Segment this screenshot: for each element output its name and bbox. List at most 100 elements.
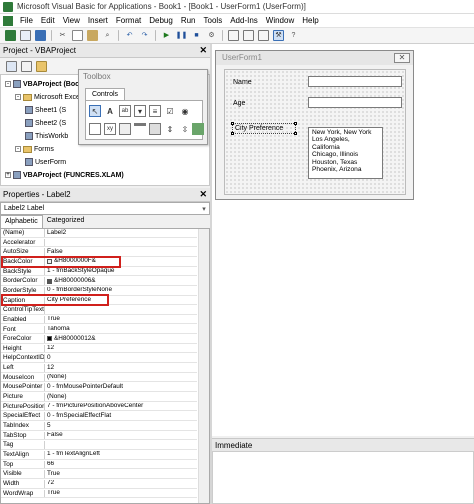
- label-age[interactable]: Age: [233, 100, 245, 107]
- property-row[interactable]: SpecialEffect 0 - fmSpecialEffectFlat: [1, 412, 197, 421]
- tree-node[interactable]: + VBAProject (FUNCRES.XLAM): [5, 170, 124, 180]
- menu-tools[interactable]: Tools: [200, 16, 227, 25]
- property-value[interactable]: &H80000006&: [45, 277, 197, 285]
- listbox-item[interactable]: New York, New York: [312, 129, 379, 136]
- break-icon[interactable]: ❚❚: [176, 30, 188, 41]
- property-value[interactable]: 12: [45, 364, 197, 372]
- property-value[interactable]: [45, 306, 197, 314]
- combobox-tool-icon[interactable]: ▾: [134, 105, 146, 117]
- property-row[interactable]: TabIndex 5: [1, 422, 197, 431]
- menu-format[interactable]: Format: [112, 16, 145, 25]
- collapse-icon[interactable]: -: [15, 146, 21, 152]
- property-row[interactable]: ControlTipText: [1, 306, 197, 315]
- menu-file[interactable]: File: [16, 16, 37, 25]
- project-pane-close-icon[interactable]: ✕: [199, 45, 207, 56]
- toolbox-window[interactable]: Toolbox Controls ↖ A ab ▾ ≡ ☑ ◉ xy ⇕ ⇳: [78, 69, 208, 145]
- listbox-item[interactable]: Los Angeles, California: [312, 136, 379, 151]
- listbox-tool-icon[interactable]: ≡: [149, 105, 161, 117]
- property-row[interactable]: BorderColor &H80000006&: [1, 277, 197, 286]
- property-row[interactable]: HelpContextID 0: [1, 354, 197, 364]
- property-value[interactable]: 0 - fmMousePointerDefault: [45, 383, 197, 391]
- scrollbar-tool-icon[interactable]: ⇕: [164, 123, 176, 135]
- textbox-name[interactable]: [308, 76, 402, 87]
- property-row[interactable]: PicturePosition 7 - fmPicturePositionAbov…: [1, 402, 197, 412]
- property-value[interactable]: (None): [45, 374, 197, 382]
- resize-handle[interactable]: [231, 132, 234, 135]
- property-value[interactable]: 66: [45, 461, 197, 469]
- immediate-input[interactable]: [212, 451, 474, 504]
- property-value[interactable]: 5: [45, 422, 197, 430]
- property-row[interactable]: Left 12: [1, 364, 197, 373]
- collapse-icon[interactable]: -: [15, 94, 21, 100]
- property-row[interactable]: Height 12: [1, 344, 197, 354]
- view-code-icon[interactable]: [6, 60, 17, 72]
- toggle-folders-icon[interactable]: [36, 60, 47, 72]
- property-row[interactable]: TextAlign 1 - fmTextAlignLeft: [1, 450, 197, 460]
- run-icon[interactable]: ▶: [161, 30, 172, 41]
- paste-icon[interactable]: [87, 30, 98, 41]
- property-value[interactable]: True: [45, 470, 197, 478]
- textbox-age[interactable]: [308, 97, 402, 108]
- property-row[interactable]: Picture (None): [1, 393, 197, 402]
- design-mode-icon[interactable]: ⚙: [206, 30, 217, 41]
- spinbutton-tool-icon[interactable]: ⇳: [179, 123, 191, 135]
- property-value[interactable]: 0: [45, 354, 197, 362]
- resize-handle[interactable]: [294, 132, 297, 135]
- property-value[interactable]: [45, 239, 197, 247]
- properties-pane-close-icon[interactable]: ✕: [199, 189, 207, 200]
- menu-window[interactable]: Window: [262, 16, 298, 25]
- object-browser-icon[interactable]: [258, 30, 269, 41]
- property-value[interactable]: Label2: [45, 229, 197, 237]
- menu-run[interactable]: Run: [177, 16, 200, 25]
- property-row[interactable]: Width 72: [1, 479, 197, 489]
- chevron-down-icon[interactable]: ▾: [199, 205, 209, 213]
- property-value[interactable]: Tahoma: [45, 326, 197, 334]
- property-value[interactable]: False: [45, 248, 197, 256]
- image-tool-icon[interactable]: [192, 123, 204, 135]
- togglebutton-tool-icon[interactable]: [89, 123, 101, 135]
- tab-alphabetic[interactable]: Alphabetic: [0, 215, 43, 228]
- insert-userform-icon[interactable]: [20, 30, 31, 41]
- expand-icon[interactable]: +: [5, 172, 11, 178]
- property-row[interactable]: BackStyle 1 - fmBackStyleOpaque: [1, 267, 197, 277]
- properties-scrollbar[interactable]: [198, 229, 209, 503]
- view-object-icon[interactable]: [21, 60, 32, 72]
- listbox-item[interactable]: Houston, Texas: [312, 159, 379, 166]
- copy-icon[interactable]: [72, 30, 83, 41]
- frame-tool-icon[interactable]: xy: [104, 123, 116, 135]
- property-row[interactable]: Enabled True: [1, 315, 197, 325]
- property-value[interactable]: 1 - fmTextAlignLeft: [45, 451, 197, 459]
- resize-handle[interactable]: [294, 122, 297, 125]
- property-value[interactable]: 1 - fmBackStyleOpaque: [45, 268, 197, 276]
- tree-node[interactable]: ThisWorkb: [25, 131, 68, 141]
- listbox-cities[interactable]: New York, New York Los Angeles, Californi…: [308, 127, 383, 179]
- property-value[interactable]: 7 - fmPicturePositionAboveCenter: [45, 403, 197, 411]
- properties-grid[interactable]: (Name) Label2 Accelerator AutoSize False Back…: [0, 228, 210, 504]
- tabstrip-tool-icon[interactable]: [134, 123, 146, 135]
- property-value[interactable]: False: [45, 432, 197, 440]
- help-icon[interactable]: ?: [288, 30, 299, 41]
- property-value[interactable]: 0 - fmSpecialEffectFlat: [45, 412, 197, 420]
- multipage-tool-icon[interactable]: [149, 123, 161, 135]
- tree-node[interactable]: Sheet2 (S: [25, 118, 66, 128]
- property-row[interactable]: Visible True: [1, 470, 197, 479]
- menu-view[interactable]: View: [59, 16, 84, 25]
- view-excel-icon[interactable]: [5, 30, 16, 41]
- property-row[interactable]: Tag: [1, 441, 197, 450]
- property-row[interactable]: ForeColor &H80000012&: [1, 335, 197, 344]
- select-objects-icon[interactable]: ↖: [89, 105, 101, 117]
- property-row[interactable]: WordWrap True: [1, 489, 197, 499]
- tree-node[interactable]: - Microsoft Exce: [15, 92, 80, 102]
- find-icon[interactable]: ⌕: [102, 30, 113, 41]
- property-row[interactable]: MousePointer 0 - fmMousePointerDefault: [1, 383, 197, 393]
- property-value[interactable]: 72: [45, 480, 197, 488]
- collapse-icon[interactable]: -: [5, 81, 11, 87]
- property-row[interactable]: Top 66: [1, 460, 197, 470]
- listbox-item[interactable]: Chicago, Illinois: [312, 151, 379, 158]
- menu-insert[interactable]: Insert: [84, 16, 112, 25]
- property-value[interactable]: (None): [45, 393, 197, 401]
- redo-icon[interactable]: ↷: [139, 30, 150, 41]
- tree-node[interactable]: - Forms: [15, 144, 54, 154]
- checkbox-tool-icon[interactable]: ☑: [164, 105, 176, 117]
- userform-window[interactable]: UserForm1 ✕ Name Age City Preference New…: [215, 50, 414, 200]
